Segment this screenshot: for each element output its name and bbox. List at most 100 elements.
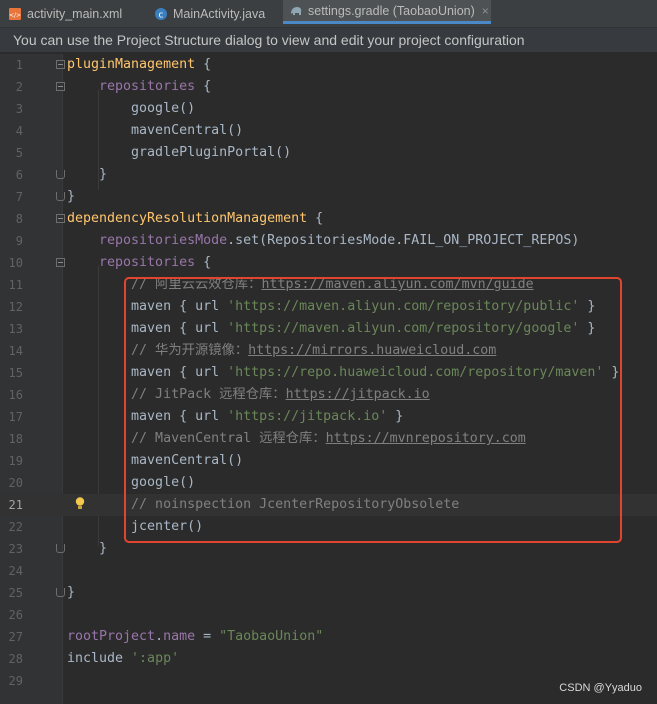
code-token: pluginManagement xyxy=(67,57,196,72)
code-line[interactable]: 28 include ':app' xyxy=(0,648,657,670)
tab-activity-main-xml[interactable]: </> activity_main.xml xyxy=(8,0,146,27)
code-token[interactable]: https://jitpack.io xyxy=(286,387,430,402)
code-token: repositories xyxy=(67,79,196,94)
code-token: "TaobaoUnion" xyxy=(219,629,324,644)
code-line[interactable]: 7} xyxy=(0,186,657,208)
code-token: maven { url xyxy=(67,299,228,314)
fold-toggle-icon[interactable] xyxy=(56,258,65,267)
code-line[interactable]: 4 mavenCentral() xyxy=(0,120,657,142)
line-number: 7 xyxy=(15,190,23,204)
code-line[interactable]: 27 rootProject.name = "TaobaoUnion" xyxy=(0,626,657,648)
close-tab-icon[interactable]: × xyxy=(482,4,489,18)
code-line[interactable]: 26 xyxy=(0,604,657,626)
code-line[interactable]: 18 // MavenCentral 远程仓库：https://mvnrepos… xyxy=(0,428,657,450)
code-line[interactable]: 6 } xyxy=(0,164,657,186)
fold-end-marker-icon[interactable] xyxy=(56,192,65,201)
code-token: // 阿里云云效仓库： xyxy=(67,277,262,292)
code-line[interactable]: 24 xyxy=(0,560,657,582)
code-line[interactable]: 9 repositoriesMode.set(RepositoriesMode.… xyxy=(0,230,657,252)
code-line[interactable]: 5 gradlePluginPortal() xyxy=(0,142,657,164)
tab-settings-gradle[interactable]: settings.gradle (TaobaoUnion) × xyxy=(283,0,491,24)
code-line[interactable]: 8 dependencyResolutionManagement { xyxy=(0,208,657,230)
code-token: google() xyxy=(67,101,196,116)
code-token[interactable]: https://mvnrepository.com xyxy=(326,431,526,446)
code-token[interactable]: https://mirrors.huaweicloud.com xyxy=(248,343,496,358)
line-number: 28 xyxy=(8,652,23,666)
code-text: // 阿里云云效仓库：https://maven.aliyun.com/mvn/… xyxy=(67,274,534,296)
code-line[interactable]: 14 // 华为开源镜像：https://mirrors.huaweicloud… xyxy=(0,340,657,362)
code-token: rootProject xyxy=(67,629,156,644)
code-token: dependencyResolutionManagement xyxy=(67,211,308,226)
code-token: maven { url xyxy=(67,321,228,336)
code-token: 'https://maven.aliyun.com/repository/goo… xyxy=(227,321,580,336)
code-token: { xyxy=(195,57,212,72)
code-token: // MavenCentral 远程仓库： xyxy=(67,431,326,446)
code-line[interactable]: 15 maven { url 'https://repo.huaweicloud… xyxy=(0,362,657,384)
fold-end-marker-icon[interactable] xyxy=(56,544,65,553)
fold-toggle-icon[interactable] xyxy=(56,60,65,69)
code-line[interactable]: 12 maven { url 'https://maven.aliyun.com… xyxy=(0,296,657,318)
code-line[interactable]: 23 } xyxy=(0,538,657,560)
line-number: 15 xyxy=(8,366,23,380)
line-number: 18 xyxy=(8,432,23,446)
code-token: . xyxy=(155,629,164,644)
code-text: maven { url 'https://jitpack.io' } xyxy=(67,406,403,428)
code-line[interactable]: 19 mavenCentral() xyxy=(0,450,657,472)
watermark: CSDN @Yyaduo xyxy=(559,682,642,694)
line-number: 13 xyxy=(8,322,23,336)
line-number: 6 xyxy=(15,168,23,182)
code-text: // noinspection JcenterRepositoryObsolet… xyxy=(67,494,459,516)
tab-label: MainActivity.java xyxy=(173,6,266,21)
code-line[interactable]: 3 google() xyxy=(0,98,657,120)
code-line[interactable]: 17 maven { url 'https://jitpack.io' } xyxy=(0,406,657,428)
code-text: } xyxy=(67,582,75,604)
line-number: 25 xyxy=(8,586,23,600)
line-number: 16 xyxy=(8,388,23,402)
code-token: gradlePluginPortal() xyxy=(67,145,292,160)
tab-mainactivity-java[interactable]: c MainActivity.java xyxy=(154,0,282,27)
code-text: dependencyResolutionManagement { xyxy=(67,208,323,230)
code-line[interactable]: 10 repositories { xyxy=(0,252,657,274)
code-line[interactable]: 22 jcenter() xyxy=(0,516,657,538)
project-structure-banner[interactable]: You can use the Project Structure dialog… xyxy=(0,28,657,53)
code-token: { xyxy=(195,79,212,94)
svg-text:</>: </> xyxy=(9,12,21,19)
code-token: name xyxy=(163,629,196,644)
code-editor[interactable]: 1 pluginManagement {2 repositories {3 goo… xyxy=(0,54,657,692)
fold-toggle-icon[interactable] xyxy=(56,82,65,91)
code-token: } xyxy=(67,189,76,204)
code-token: } xyxy=(387,409,404,424)
line-number: 21 xyxy=(8,498,23,512)
code-text: mavenCentral() xyxy=(67,120,243,142)
code-line[interactable]: 21 // noinspection JcenterRepositoryObso… xyxy=(0,494,657,516)
line-number: 4 xyxy=(15,124,23,138)
code-line[interactable]: 1 pluginManagement { xyxy=(0,54,657,76)
fold-toggle-icon[interactable] xyxy=(56,214,65,223)
line-number: 10 xyxy=(8,256,23,270)
code-line[interactable]: 2 repositories { xyxy=(0,76,657,98)
code-token[interactable]: https://maven.aliyun.com/mvn/guide xyxy=(261,277,533,292)
code-text: // MavenCentral 远程仓库：https://mvnreposito… xyxy=(67,428,526,450)
code-text: } xyxy=(67,164,107,186)
line-number: 14 xyxy=(8,344,23,358)
fold-end-marker-icon[interactable] xyxy=(56,588,65,597)
code-line[interactable]: 11 // 阿里云云效仓库：https://maven.aliyun.com/m… xyxy=(0,274,657,296)
code-text: } xyxy=(67,186,75,208)
code-token: } xyxy=(67,585,76,600)
code-token: = xyxy=(195,629,220,644)
line-number: 2 xyxy=(15,80,23,94)
code-text: google() xyxy=(67,472,195,494)
line-number: 20 xyxy=(8,476,23,490)
code-line[interactable]: 16 // JitPack 远程仓库：https://jitpack.io xyxy=(0,384,657,406)
code-line[interactable]: 25} xyxy=(0,582,657,604)
code-token: } xyxy=(603,365,620,380)
code-text: repositories { xyxy=(67,252,211,274)
code-line[interactable]: 13 maven { url 'https://maven.aliyun.com… xyxy=(0,318,657,340)
line-number: 26 xyxy=(8,608,23,622)
code-token: // 华为开源镜像： xyxy=(67,343,249,358)
line-number: 8 xyxy=(15,212,23,226)
code-line[interactable]: 20 google() xyxy=(0,472,657,494)
fold-end-marker-icon[interactable] xyxy=(56,170,65,179)
gradle-elephant-icon xyxy=(291,6,302,15)
code-token: { xyxy=(307,211,324,226)
